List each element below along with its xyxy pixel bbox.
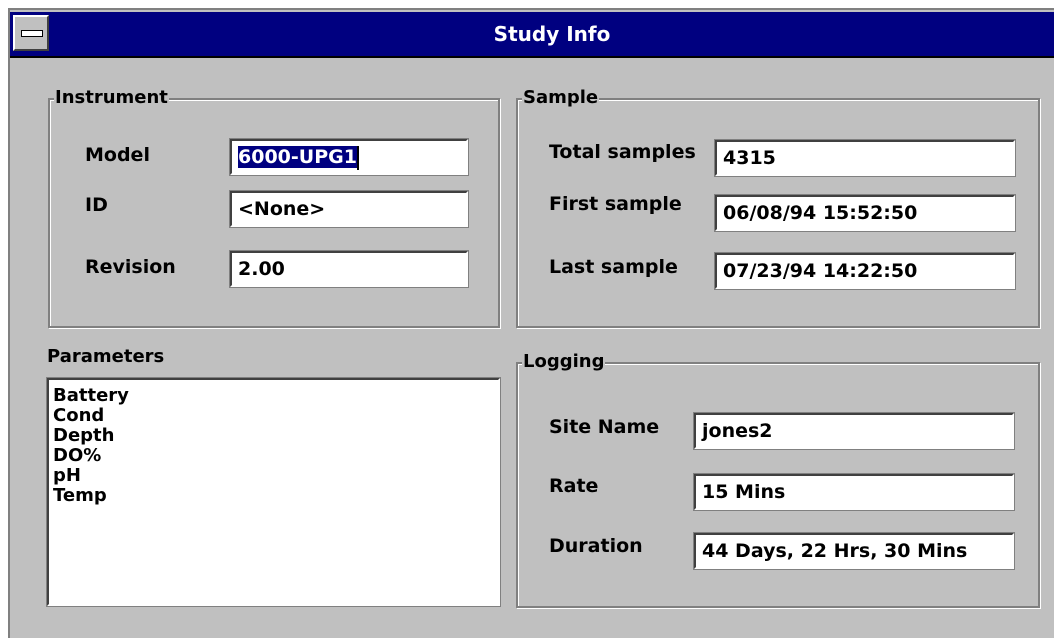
model-label: Model — [85, 144, 150, 166]
window-title: Study Info — [493, 22, 611, 46]
list-item[interactable]: Battery — [53, 386, 498, 406]
parameters-list[interactable]: Battery Cond Depth DO% pH Temp — [46, 377, 501, 607]
instrument-group-label: Instrument — [54, 87, 169, 109]
system-menu-icon — [21, 30, 43, 37]
first-sample-label: First sample — [549, 193, 682, 215]
revision-label: Revision — [85, 256, 176, 278]
list-item[interactable]: Cond — [53, 406, 498, 426]
first-sample-field[interactable]: 06/08/94 15:52:50 — [714, 194, 1016, 232]
logging-group-label: Logging — [522, 351, 606, 373]
id-label: ID — [85, 194, 108, 216]
revision-field[interactable]: 2.00 — [229, 250, 469, 288]
total-samples-field[interactable]: 4315 — [714, 139, 1016, 177]
total-samples-label: Total samples — [549, 141, 696, 163]
title-bar: Study Info — [10, 12, 1054, 58]
id-field[interactable]: <None> — [229, 190, 469, 228]
sample-group-label: Sample — [522, 87, 600, 109]
parameters-label: Parameters — [47, 346, 165, 367]
last-sample-field[interactable]: 07/23/94 14:22:50 — [714, 252, 1016, 290]
list-item[interactable]: Depth — [53, 426, 498, 446]
model-value: 6000-UPG1 — [238, 146, 357, 168]
system-menu-button[interactable] — [13, 15, 49, 51]
study-info-window: Study Info Instrument Model 6000-UPG1 ID… — [8, 8, 1054, 638]
last-sample-label: Last sample — [549, 256, 678, 278]
model-field[interactable]: 6000-UPG1 — [229, 138, 469, 176]
site-name-label: Site Name — [549, 416, 660, 438]
rate-field[interactable]: 15 Mins — [693, 473, 1015, 511]
duration-field[interactable]: 44 Days, 22 Hrs, 30 Mins — [693, 532, 1015, 570]
rate-label: Rate — [549, 475, 599, 497]
duration-label: Duration — [549, 535, 643, 557]
list-item[interactable]: pH — [53, 466, 498, 486]
list-item[interactable]: Temp — [53, 486, 498, 506]
list-item[interactable]: DO% — [53, 446, 498, 466]
text-caret — [356, 145, 359, 170]
site-name-field[interactable]: jones2 — [693, 412, 1015, 450]
